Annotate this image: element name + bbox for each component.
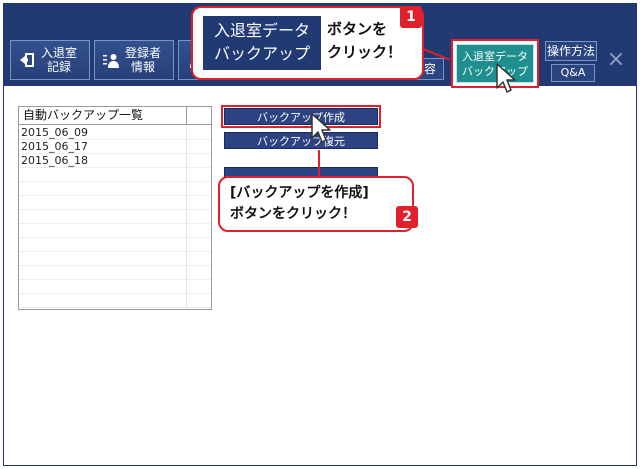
list-item-date: 2015_06_17 xyxy=(19,140,187,154)
mouse-cursor-icon xyxy=(496,63,516,93)
list-item[interactable]: 2015_06_17 xyxy=(19,140,211,154)
inout-record-button[interactable]: 入退室 記録 xyxy=(10,40,90,80)
step-badge-1: 1 xyxy=(400,6,422,28)
list-item-date: 2015_06_18 xyxy=(19,154,187,168)
person-list-icon xyxy=(103,54,119,68)
list-item-empty xyxy=(19,168,211,182)
list-item[interactable]: 2015_06_09 xyxy=(19,126,211,140)
list-item-empty xyxy=(19,252,211,266)
list-item-date: 2015_06_09 xyxy=(19,126,187,140)
callout-step-1-text: ボタンを クリック！ xyxy=(327,20,403,61)
manual-button[interactable]: 操作方法 xyxy=(545,41,597,61)
list-header-title: 自動バックアップ一覧 xyxy=(19,107,187,124)
list-item-empty xyxy=(19,196,211,210)
list-item-empty xyxy=(19,294,211,308)
list-item-empty xyxy=(19,182,211,196)
auto-backup-list: 自動バックアップ一覧 2015_06_09 2015_06_17 2015_06… xyxy=(18,106,212,310)
callout-step-1: 入退室データ バックアップ ボタンを クリック！ xyxy=(191,6,424,80)
list-header: 自動バックアップ一覧 xyxy=(19,107,211,125)
callout-button-preview: 入退室データ バックアップ xyxy=(203,16,321,70)
restore-backup-button[interactable]: バックアップ復元 xyxy=(224,132,378,149)
door-exit-icon xyxy=(20,53,34,67)
mouse-cursor-icon xyxy=(311,113,331,143)
list-item-empty xyxy=(19,224,211,238)
list-item-empty xyxy=(19,210,211,224)
step-badge-2: 2 xyxy=(396,206,418,228)
registrant-info-button[interactable]: 登録者 情報 xyxy=(94,40,174,80)
callout-step-2: [バックアップを作成] ボタンをクリック！ xyxy=(218,176,414,232)
list-item-empty xyxy=(19,280,211,294)
list-item-empty xyxy=(19,238,211,252)
inout-record-label: 入退室 記録 xyxy=(41,46,78,74)
qa-button[interactable]: Q&A xyxy=(551,64,595,82)
list-item[interactable]: 2015_06_18 xyxy=(19,154,211,168)
callout-pointer xyxy=(318,150,320,178)
callout-step-2-text: [バックアップを作成] ボタンをクリック！ xyxy=(230,185,369,222)
list-item-empty xyxy=(19,266,211,280)
registrant-info-label: 登録者 情報 xyxy=(125,46,162,74)
create-backup-button[interactable]: バックアップ作成 xyxy=(221,105,381,128)
close-icon[interactable]: × xyxy=(602,42,630,78)
